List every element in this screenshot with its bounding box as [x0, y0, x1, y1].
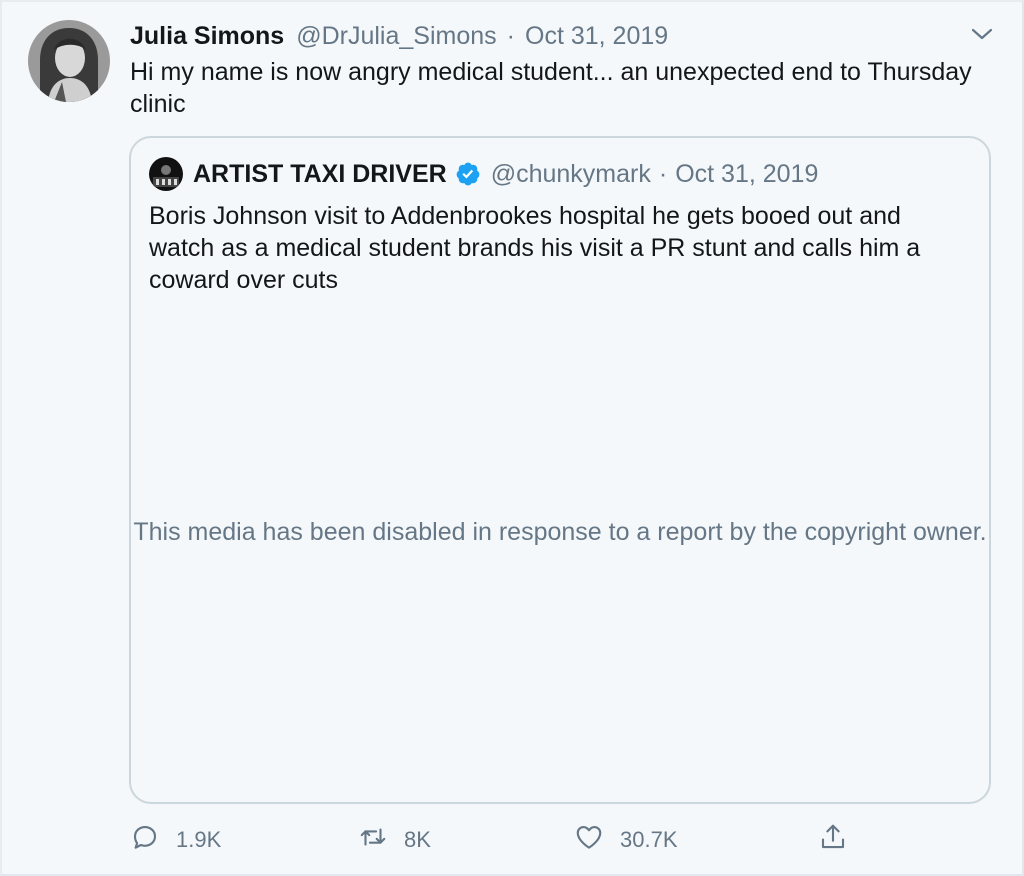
quoted-tweet[interactable]: ARTIST TAXI DRIVER @chunkymark · Oct 31,… — [129, 136, 991, 804]
share-button[interactable] — [818, 820, 848, 860]
tweet-header: Julia Simons @DrJulia_Simons · Oct 31, 2… — [130, 18, 668, 54]
reply-count: 1.9K — [176, 827, 222, 852]
reply-button[interactable]: 1.9K — [130, 820, 221, 860]
quoted-tweet-date: Oct 31, 2019 — [675, 159, 819, 188]
separator-dot: · — [658, 159, 668, 188]
quoted-author-name: ARTIST TAXI DRIVER — [193, 159, 447, 188]
share-icon — [818, 822, 848, 858]
like-button[interactable]: 30.7K — [574, 820, 678, 860]
retweet-count: 8K — [404, 827, 431, 852]
heart-icon — [574, 822, 604, 858]
tweet-card[interactable]: Julia Simons @DrJulia_Simons · Oct 31, 2… — [0, 0, 1024, 876]
separator-dot: · — [506, 21, 515, 50]
quoted-author-avatar — [149, 157, 183, 191]
like-count: 30.7K — [620, 827, 678, 852]
retweet-icon — [358, 822, 388, 858]
retweet-button[interactable]: 8K — [358, 820, 431, 860]
quoted-tweet-text: Boris Johnson visit to Addenbrookes hosp… — [149, 202, 921, 294]
chevron-down-icon[interactable] — [966, 20, 998, 48]
author-handle[interactable]: @DrJulia_Simons — [296, 22, 496, 51]
author-avatar[interactable] — [28, 20, 110, 102]
quoted-author-handle: @chunkymark — [490, 159, 651, 188]
verified-badge-icon — [455, 161, 481, 187]
author-name[interactable]: Julia Simons — [130, 22, 284, 51]
media-disabled-notice: This media has been disabled in response… — [133, 518, 987, 546]
reply-icon — [130, 822, 160, 858]
tweet-text: Hi my name is now angry medical student.… — [130, 58, 972, 118]
quoted-tweet-header: ARTIST TAXI DRIVER @chunkymark · Oct 31,… — [149, 156, 818, 192]
tweet-actions: 1.9K 8K 30.7K — [130, 820, 870, 860]
tweet-date[interactable]: Oct 31, 2019 — [525, 22, 668, 51]
